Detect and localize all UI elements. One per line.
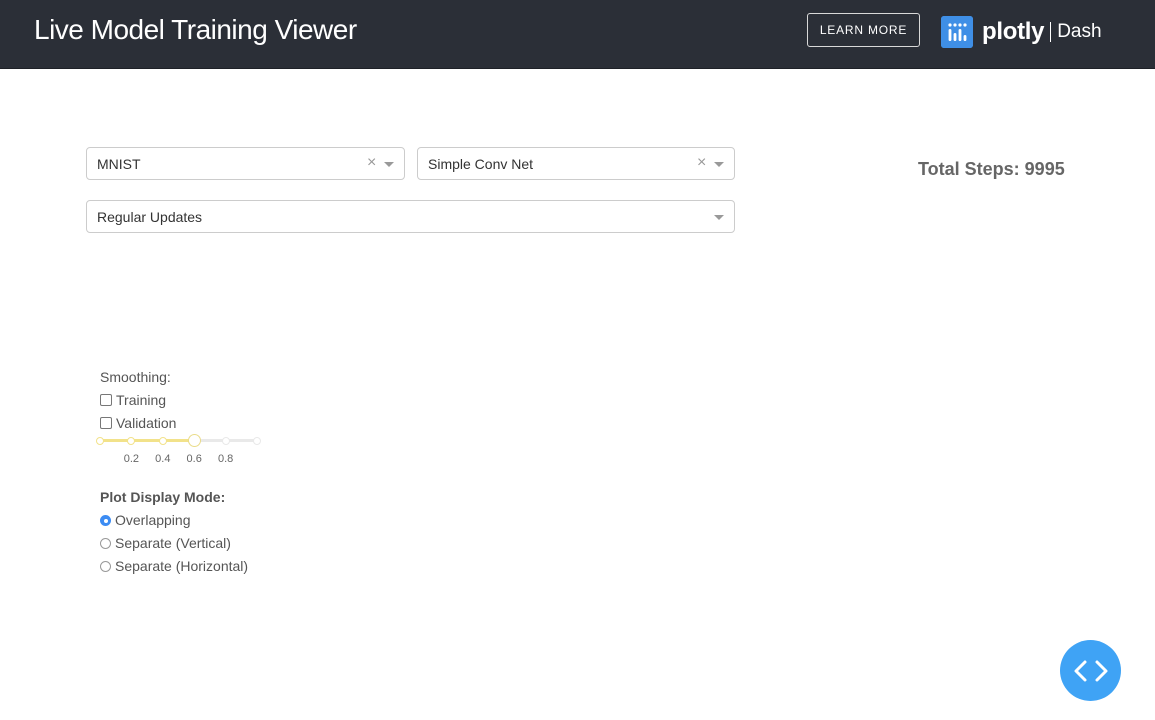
slider-step-dot[interactable] (158, 437, 167, 445)
brand-wordmark: plotly (982, 18, 1045, 45)
radio-label: Separate (Vertical) (115, 535, 231, 551)
learn-more-button[interactable]: LEARN MORE (807, 13, 920, 47)
smoothing-label: Smoothing: (100, 369, 171, 385)
model-dropdown-value: Simple Conv Net (428, 156, 534, 172)
display-mode-label: Plot Display Mode: (100, 489, 226, 505)
dataset-dropdown-value: MNIST (97, 156, 141, 172)
slider-step-dot[interactable] (253, 437, 261, 445)
chevron-down-icon[interactable] (384, 162, 394, 167)
slider-marks: 0.2 0.4 0.6 0.8 (100, 453, 257, 467)
clear-icon[interactable]: × (697, 154, 706, 172)
code-toggle-button[interactable] (1060, 640, 1121, 701)
display-mode-option-overlapping[interactable]: Overlapping (100, 511, 191, 529)
slider-handle[interactable] (188, 434, 202, 447)
radio-button[interactable] (100, 537, 111, 549)
update-mode-dropdown[interactable]: Regular Updates (86, 200, 735, 233)
brand-divider (1050, 22, 1052, 42)
checkbox-box[interactable] (100, 394, 112, 406)
smoothing-training-checkbox[interactable]: Training (100, 391, 166, 409)
app-header: Live Model Training Viewer LEARN MORE pl… (0, 0, 1155, 69)
chevron-down-icon[interactable] (714, 215, 724, 220)
radio-label: Overlapping (115, 512, 191, 528)
code-brackets-icon (1074, 660, 1107, 681)
radio-label: Separate (Horizontal) (115, 558, 249, 574)
display-mode-option-vertical[interactable]: Separate (Vertical) (100, 534, 231, 552)
smoothing-slider[interactable] (96, 434, 261, 448)
model-dropdown[interactable]: Simple Conv Net × (417, 147, 735, 180)
plotly-logo-icon (941, 16, 973, 48)
update-mode-dropdown-value: Regular Updates (97, 209, 203, 225)
total-steps-label: Total Steps: 9995 (918, 159, 1065, 179)
smoothing-validation-checkbox[interactable]: Validation (100, 414, 176, 432)
checkbox-label: Training (116, 392, 167, 408)
page-title: Live Model Training Viewer (34, 14, 357, 45)
slider-step-dot[interactable] (96, 437, 104, 445)
radio-button[interactable] (100, 560, 111, 572)
clear-icon[interactable]: × (367, 154, 376, 172)
slider-step-dot[interactable] (127, 437, 136, 445)
slider-mark-label: 0.2 (123, 453, 140, 465)
checkbox-box[interactable] (100, 417, 112, 429)
chevron-down-icon[interactable] (714, 162, 724, 167)
checkbox-label: Validation (116, 415, 177, 431)
slider-mark-label: 0.6 (186, 453, 202, 465)
slider-mark-label: 0.4 (155, 453, 171, 465)
slider-track (100, 439, 195, 442)
radio-button[interactable] (100, 514, 111, 526)
slider-mark-label: 0.8 (217, 453, 234, 465)
display-mode-option-horizontal[interactable]: Separate (Horizontal) (100, 557, 248, 575)
dataset-dropdown[interactable]: MNIST × (86, 147, 405, 180)
slider-step-dot[interactable] (221, 437, 230, 445)
brand-product: Dash (1057, 21, 1102, 42)
brand-logo[interactable]: plotly Dash (941, 16, 1102, 48)
